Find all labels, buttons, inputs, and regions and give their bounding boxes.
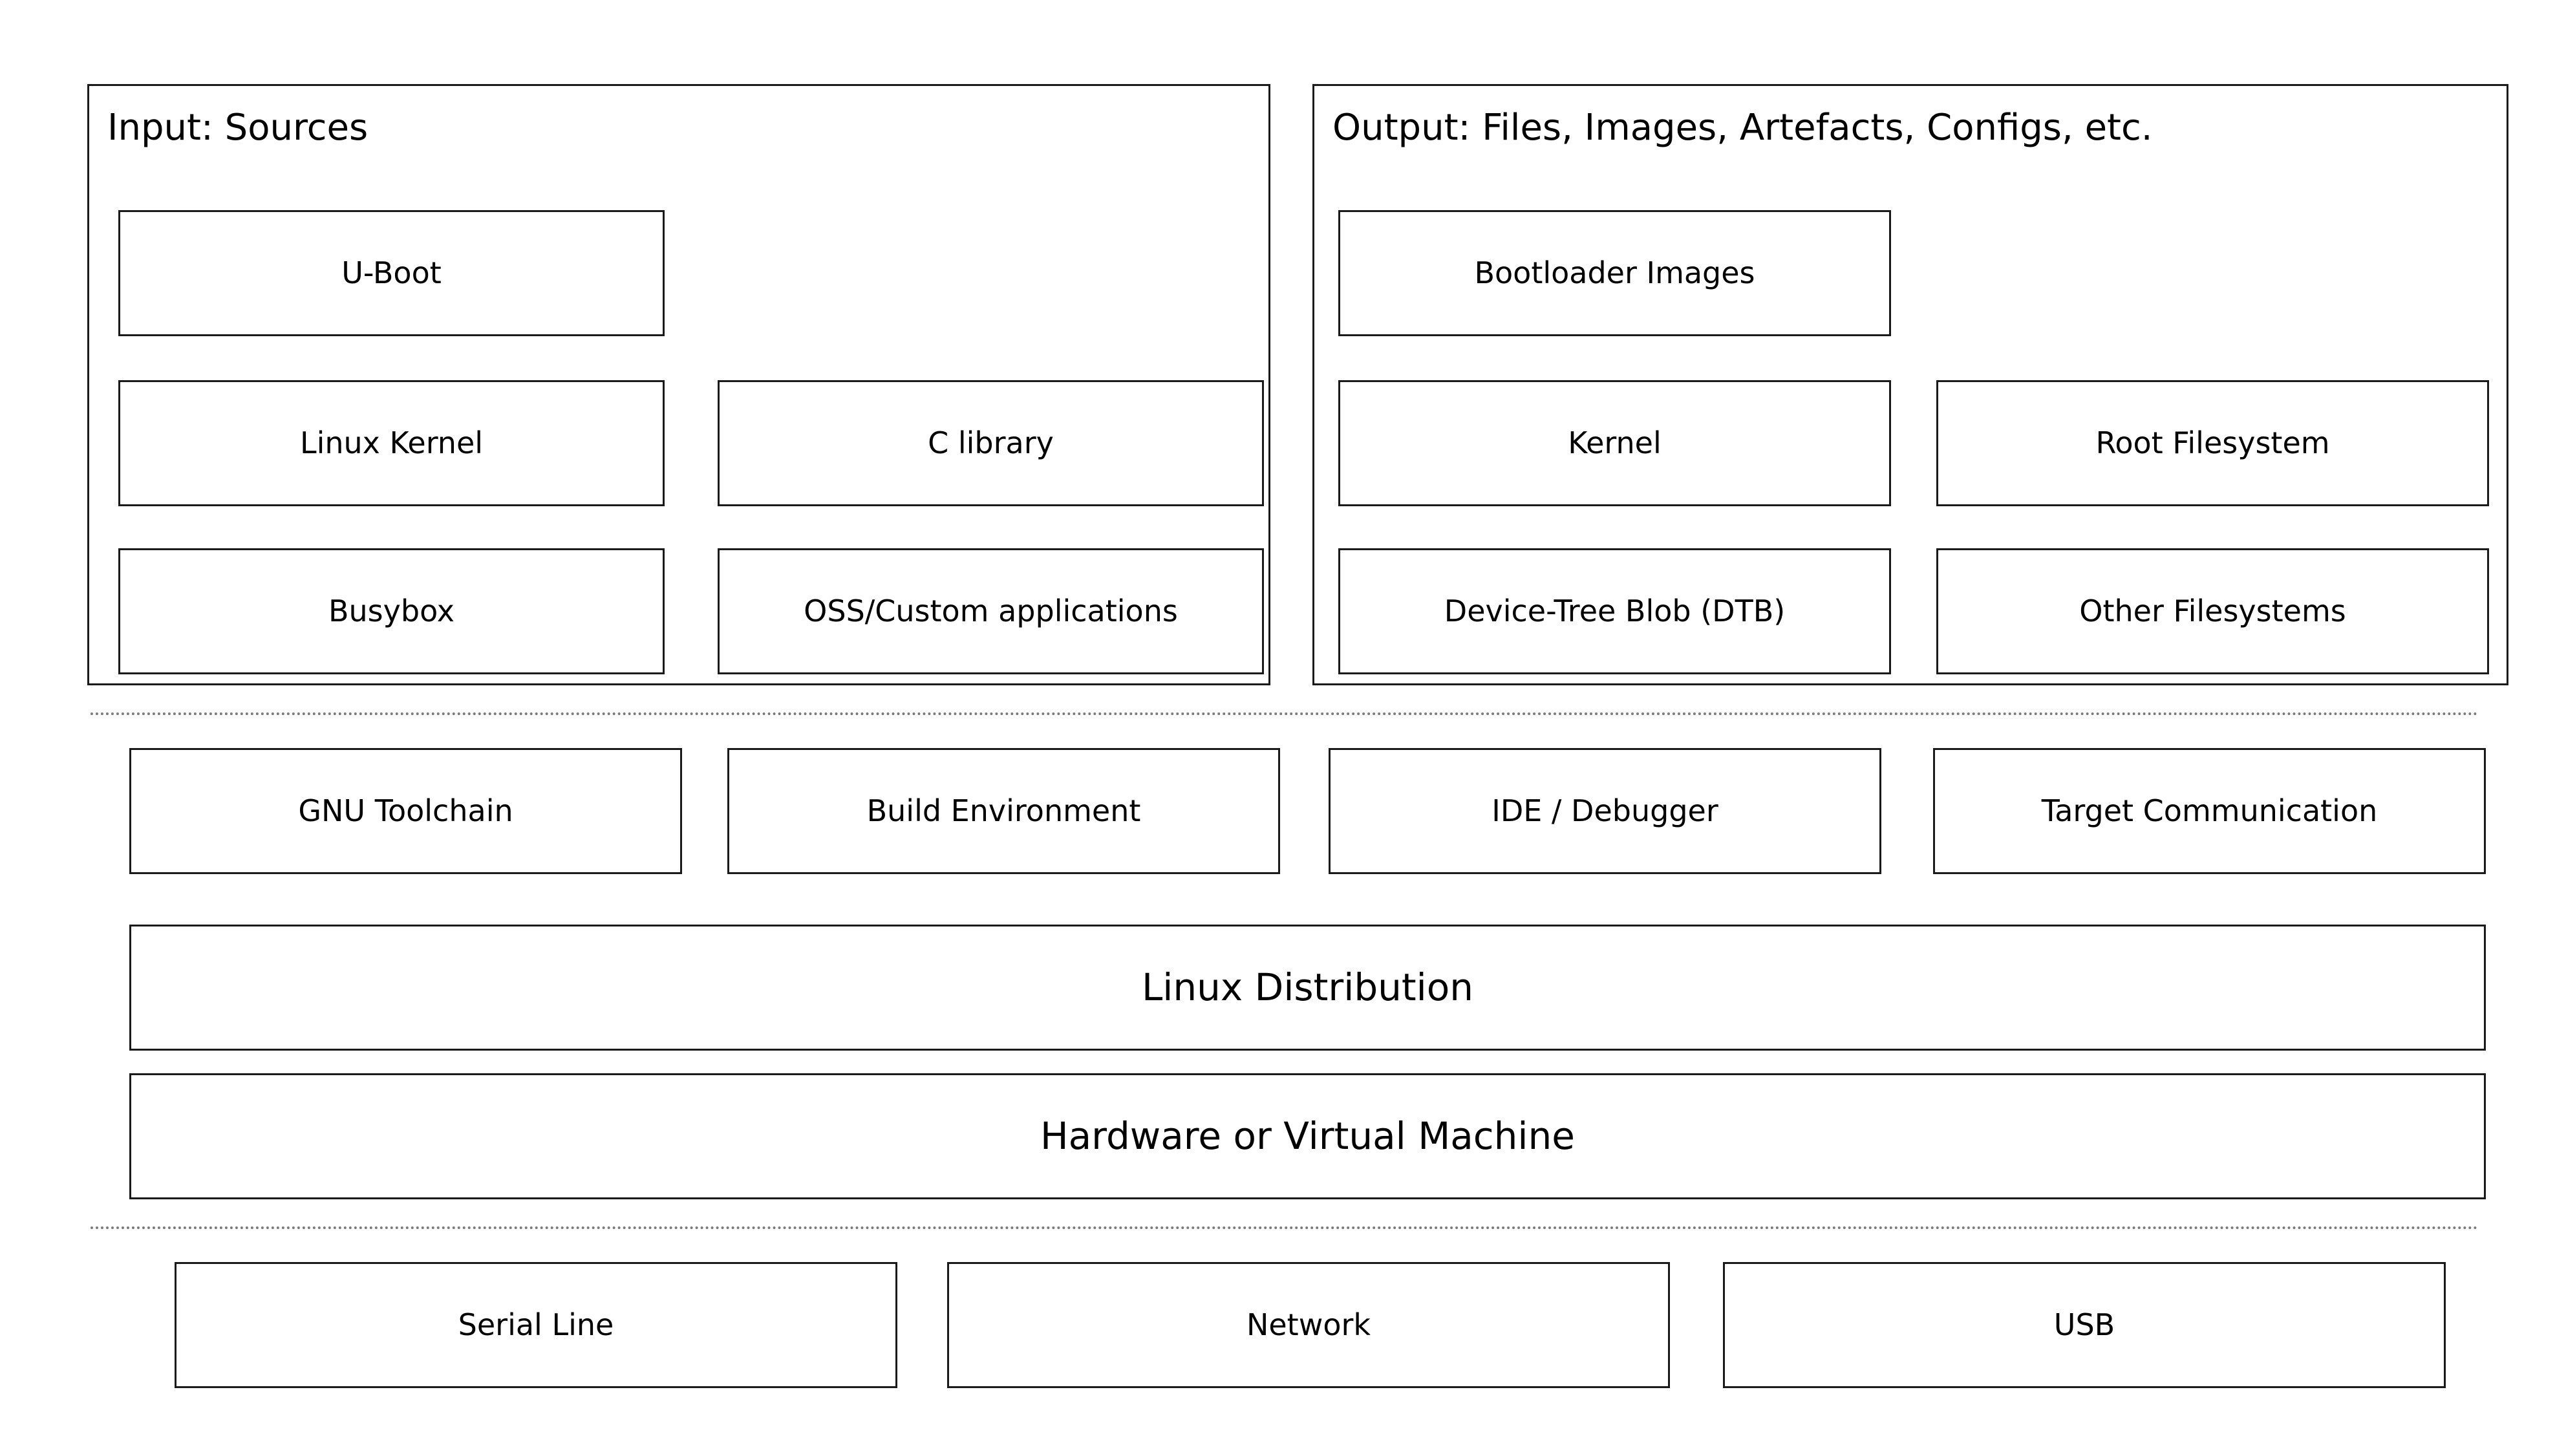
output-artefact-label-bootloader-images: Bootloader Images — [1474, 255, 1755, 291]
connection-box-usb[interactable]: USB — [1723, 1262, 2446, 1388]
connection-label-serial-line: Serial Line — [458, 1307, 614, 1343]
platform-bar-linux-distribution[interactable]: Linux Distribution — [129, 925, 2486, 1051]
tool-box-build-environment[interactable]: Build Environment — [727, 748, 1280, 874]
platform-bar-hardware-or-virtual-machine[interactable]: Hardware or Virtual Machine — [129, 1073, 2486, 1199]
tool-label-target-communication: Target Communication — [2041, 793, 2378, 829]
output-artefact-box-bootloader-images[interactable]: Bootloader Images — [1338, 210, 1891, 336]
connection-box-network[interactable]: Network — [947, 1262, 1670, 1388]
input-source-box-u-boot[interactable]: U-Boot — [118, 210, 665, 336]
input-source-box-oss-custom-applications[interactable]: OSS/Custom applications — [718, 548, 1264, 674]
tool-label-ide-debugger: IDE / Debugger — [1491, 793, 1718, 829]
input-source-label-c-library: C library — [928, 425, 1054, 461]
connection-label-network: Network — [1246, 1307, 1371, 1343]
output-artefact-box-root-filesystem[interactable]: Root Filesystem — [1936, 380, 2489, 506]
tool-box-ide-debugger[interactable]: IDE / Debugger — [1329, 748, 1881, 874]
output-artefacts-panel-title: Output: Files, Images, Artefacts, Config… — [1332, 107, 2153, 149]
input-source-label-oss-custom-applications: OSS/Custom applications — [804, 594, 1178, 629]
tool-box-gnu-toolchain[interactable]: GNU Toolchain — [129, 748, 682, 874]
tool-box-target-communication[interactable]: Target Communication — [1933, 748, 2486, 874]
input-source-box-c-library[interactable]: C library — [718, 380, 1264, 506]
platform-label-hardware-or-virtual-machine: Hardware or Virtual Machine — [1040, 1113, 1575, 1158]
input-source-label-u-boot: U-Boot — [341, 255, 442, 291]
output-artefact-box-device-tree-blob[interactable]: Device-Tree Blob (DTB) — [1338, 548, 1891, 674]
connection-box-serial-line[interactable]: Serial Line — [175, 1262, 897, 1388]
connection-label-usb: USB — [2053, 1307, 2115, 1343]
input-source-box-linux-kernel[interactable]: Linux Kernel — [118, 380, 665, 506]
diagram-canvas: Input: Sources U-Boot Linux Kernel C lib… — [0, 0, 2566, 1456]
input-sources-panel-title: Input: Sources — [107, 107, 369, 149]
output-artefact-label-root-filesystem: Root Filesystem — [2095, 425, 2330, 461]
output-artefact-label-other-filesystems: Other Filesystems — [2079, 594, 2346, 629]
output-artefact-box-kernel[interactable]: Kernel — [1338, 380, 1891, 506]
input-source-label-busybox: Busybox — [328, 594, 455, 629]
separator-above-tools — [91, 712, 2479, 715]
tool-label-gnu-toolchain: GNU Toolchain — [298, 793, 513, 829]
tool-label-build-environment: Build Environment — [866, 793, 1141, 829]
separator-above-connections — [91, 1226, 2479, 1229]
output-artefact-label-device-tree-blob: Device-Tree Blob (DTB) — [1444, 594, 1786, 629]
input-source-box-busybox[interactable]: Busybox — [118, 548, 665, 674]
input-source-label-linux-kernel: Linux Kernel — [299, 425, 484, 461]
output-artefact-label-kernel: Kernel — [1568, 425, 1662, 461]
output-artefact-box-other-filesystems[interactable]: Other Filesystems — [1936, 548, 2489, 674]
platform-label-linux-distribution: Linux Distribution — [1141, 965, 1474, 1009]
